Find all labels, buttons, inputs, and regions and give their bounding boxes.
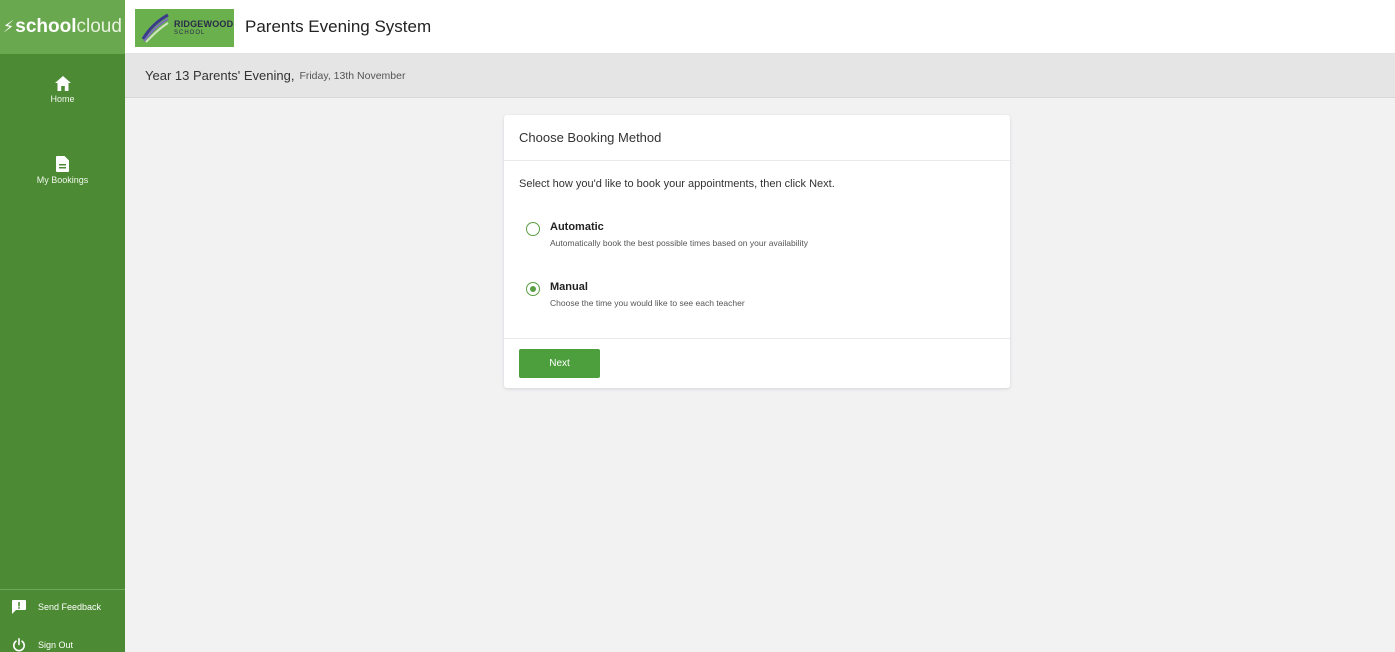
school-name-line-1: RIDGEWOOD	[174, 19, 234, 29]
event-name: Year 13 Parents' Evening,	[145, 68, 295, 83]
sidebar-item-label: Home	[50, 94, 75, 104]
next-button[interactable]: Next	[519, 349, 600, 378]
school-logo: RIDGEWOOD SCHOOL	[135, 9, 234, 47]
sidebar-divider	[0, 589, 125, 590]
booking-method-card: Choose Booking Method Select how you'd l…	[504, 115, 1010, 388]
option-automatic-description: Automatically book the best possible tim…	[550, 238, 808, 248]
booking-instruction: Select how you'd like to book your appoi…	[519, 178, 835, 190]
feedback-icon	[12, 600, 26, 614]
bolt-icon: ⚡	[3, 19, 15, 36]
sidebar-item-label: My Bookings	[36, 175, 89, 185]
option-manual[interactable]: Manual Choose the time you would like to…	[526, 281, 810, 310]
option-manual-label: Manual	[550, 281, 588, 293]
radio-manual[interactable]	[526, 282, 540, 296]
home-icon	[54, 76, 71, 91]
event-date: Friday, 13th November	[299, 69, 406, 82]
sidebar-item-home[interactable]: Home	[0, 76, 125, 104]
top-bar: ⚡ school cloud RIDGEWOOD SCHOOL Parents …	[0, 0, 1395, 54]
brand-part-1: school	[15, 16, 77, 37]
sign-out-link[interactable]: Sign Out	[12, 638, 73, 652]
app-title: Parents Evening System	[245, 17, 432, 36]
brand-part-2: cloud	[76, 16, 122, 37]
send-feedback-link[interactable]: Send Feedback	[12, 600, 101, 614]
card-divider	[504, 338, 1010, 339]
schoolcloud-logo[interactable]: ⚡ school cloud	[0, 0, 125, 54]
card-title: Choose Booking Method	[504, 115, 1010, 161]
option-automatic-label: Automatic	[550, 221, 604, 233]
option-automatic[interactable]: Automatic Automatically book the best po…	[526, 221, 810, 250]
sign-out-label: Sign Out	[38, 640, 74, 650]
document-icon	[56, 156, 69, 172]
swoosh-icon	[141, 13, 169, 43]
school-name-line-2: SCHOOL	[174, 30, 206, 36]
event-header: Year 13 Parents' Evening, Friday, 13th N…	[125, 54, 1395, 98]
sidebar-item-my-bookings[interactable]: My Bookings	[0, 156, 125, 185]
power-icon	[13, 638, 25, 652]
send-feedback-label: Send Feedback	[38, 602, 102, 612]
radio-automatic[interactable]	[526, 222, 540, 236]
option-manual-description: Choose the time you would like to see ea…	[550, 298, 745, 308]
sidebar: Home My Bookings Send Feedback Sign Out	[0, 54, 125, 652]
